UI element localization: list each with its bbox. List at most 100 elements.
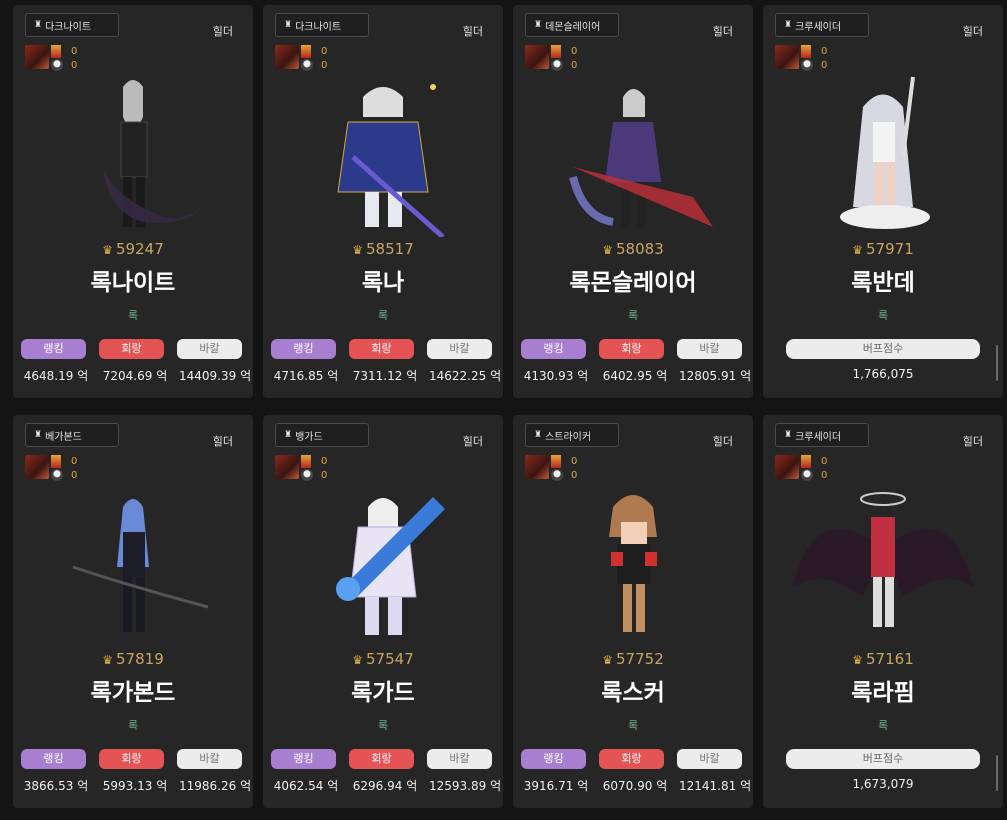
character-sprite xyxy=(569,89,713,227)
server-label: 힐더 xyxy=(712,435,733,448)
character-card[interactable]: ♜ 스트라이커 힐더 00 ♛ 57752 록스커 록 랭킹 회랑 바칼 3916.… xyxy=(513,415,753,808)
class-badge: ♜ 다크나이트 xyxy=(275,13,369,37)
server-icon: ♜ xyxy=(34,20,43,30)
rank-tag[interactable]: 랭킹 xyxy=(271,749,336,769)
crown-icon: ♛ xyxy=(352,243,364,257)
rank-tag[interactable]: 랭킹 xyxy=(521,339,586,359)
character-name[interactable]: 록가드 xyxy=(263,673,503,707)
portrait-icon xyxy=(275,45,299,69)
rank-tag[interactable]: 랭킹 xyxy=(271,339,336,359)
score-value: 57752 xyxy=(616,650,664,668)
portrait-icon xyxy=(525,45,549,69)
character-sprite xyxy=(103,80,203,227)
rank-tag[interactable]: 랭킹 xyxy=(521,749,586,769)
flag-icon xyxy=(801,455,811,468)
guild-name: 록 xyxy=(377,309,389,322)
class-label: 뱅가드 xyxy=(295,431,323,443)
character-name[interactable]: 록몬슬레이어 xyxy=(513,263,753,297)
buff-score-tag[interactable]: 버프점수 xyxy=(786,339,980,359)
class-label: 베가본드 xyxy=(45,431,82,443)
portrait-icon xyxy=(775,45,799,69)
character-card[interactable]: ♜ 크루세이더 힐더 00 ♛ 57161 록라핌 록 버프점수 1,673,079 xyxy=(763,415,1003,808)
server-label: 힐더 xyxy=(962,435,983,448)
character-name[interactable]: 록가본드 xyxy=(13,673,253,707)
class-label: 다크나이트 xyxy=(45,21,92,33)
corridor-value: 6070.90 억 xyxy=(602,779,668,793)
rank-value: 4062.54 억 xyxy=(273,779,339,793)
character-card[interactable]: ♜ 뱅가드 힐더 00 ♛ 57547 록가드 록 랭킹 회랑 바칼 4062.54… xyxy=(263,415,503,808)
flag-icon xyxy=(551,45,561,58)
corridor-tag[interactable]: 회랑 xyxy=(599,339,664,359)
class-badge: ♜ 크루세이더 xyxy=(775,423,869,447)
character-card[interactable]: ♜ 크루세이더 힐더 00 ♛ 57971 록반데 록 버프점수 1,766,075 xyxy=(763,5,1003,398)
score: ♛ 57547 xyxy=(263,650,503,668)
character-card[interactable]: ♜ 다크나이트 힐더 00 ♛ 58517 록나 록 랭킹 회랑 바칼 4716.8… xyxy=(263,5,503,398)
class-label: 다크나이트 xyxy=(295,21,342,33)
bakal-value: 12805.91 억 xyxy=(679,369,752,383)
character-card[interactable]: ♜ 다크나이트 힐더 00 ♛ 59247 록나이트 록 랭킹 회랑 바칼 4648… xyxy=(13,5,253,398)
guild-name: 록 xyxy=(127,719,139,732)
flag-icon xyxy=(51,455,61,468)
character-sprite xyxy=(793,492,973,627)
bakal-tag[interactable]: 바칼 xyxy=(427,339,492,359)
scrollbar[interactable] xyxy=(996,345,998,381)
class-label: 데몬슬레이어 xyxy=(545,21,601,33)
portrait-icon xyxy=(275,455,299,479)
scrollbar[interactable] xyxy=(996,755,998,791)
corridor-tag[interactable]: 회랑 xyxy=(349,339,414,359)
server-icon: ♜ xyxy=(534,430,543,440)
character-sprite xyxy=(840,76,930,229)
server-label: 힐더 xyxy=(962,25,983,38)
character-card[interactable]: ♜ 데몬슬레이어 힐더 00 ♛ 58083 록몬슬레이어 록 랭킹 회랑 바칼 4… xyxy=(513,5,753,398)
count-top: 0 xyxy=(571,456,578,467)
server-label: 힐더 xyxy=(212,435,233,448)
rank-value: 3916.71 억 xyxy=(523,779,589,793)
flag-icon xyxy=(551,455,561,468)
guild-name: 록 xyxy=(627,719,639,732)
count-top: 0 xyxy=(571,46,578,57)
corridor-value: 6296.94 억 xyxy=(352,779,418,793)
corridor-tag[interactable]: 회랑 xyxy=(99,749,164,769)
crown-icon: ♛ xyxy=(852,653,864,667)
count-top: 0 xyxy=(821,46,828,57)
corridor-tag[interactable]: 회랑 xyxy=(99,339,164,359)
character-name[interactable]: 록스커 xyxy=(513,673,753,707)
server-icon: ♜ xyxy=(784,430,793,440)
score: ♛ 57161 xyxy=(763,650,1003,668)
score-value: 58083 xyxy=(616,240,664,258)
class-badge: ♜ 스트라이커 xyxy=(525,423,619,447)
bakal-tag[interactable]: 바칼 xyxy=(427,749,492,769)
bakal-tag[interactable]: 바칼 xyxy=(677,749,742,769)
portrait-icon xyxy=(775,455,799,479)
rank-value: 4716.85 억 xyxy=(273,369,339,383)
character-sprite xyxy=(337,84,445,237)
server-label: 힐더 xyxy=(462,435,483,448)
score-value: 57819 xyxy=(116,650,164,668)
character-name[interactable]: 록나 xyxy=(263,263,503,297)
character-name[interactable]: 록라핌 xyxy=(763,673,1003,707)
flag-icon xyxy=(51,45,61,58)
count-top: 0 xyxy=(71,46,78,57)
crown-icon: ♛ xyxy=(352,653,364,667)
character-name[interactable]: 록나이트 xyxy=(13,263,253,297)
character-name[interactable]: 록반데 xyxy=(763,263,1003,297)
score-value: 57547 xyxy=(366,650,414,668)
corridor-tag[interactable]: 회랑 xyxy=(349,749,414,769)
rank-tag[interactable]: 랭킹 xyxy=(21,339,86,359)
portrait-icon xyxy=(525,455,549,479)
portrait-icon xyxy=(25,455,49,479)
character-card[interactable]: ♜ 베가본드 힐더 00 ♛ 57819 록가본드 록 랭킹 회랑 바칼 3866.… xyxy=(13,415,253,808)
score: ♛ 57819 xyxy=(13,650,253,668)
corridor-value: 7311.12 억 xyxy=(352,369,418,383)
class-badge: ♜ 베가본드 xyxy=(25,423,119,447)
rank-tag[interactable]: 랭킹 xyxy=(21,749,86,769)
class-badge: ♜ 뱅가드 xyxy=(275,423,369,447)
buff-score-tag[interactable]: 버프점수 xyxy=(786,749,980,769)
corridor-tag[interactable]: 회랑 xyxy=(599,749,664,769)
server-label: 힐더 xyxy=(712,25,733,38)
bakal-tag[interactable]: 바칼 xyxy=(177,339,242,359)
bakal-tag[interactable]: 바칼 xyxy=(677,339,742,359)
score: ♛ 58083 xyxy=(513,240,753,258)
server-icon: ♜ xyxy=(784,20,793,30)
bakal-tag[interactable]: 바칼 xyxy=(177,749,242,769)
